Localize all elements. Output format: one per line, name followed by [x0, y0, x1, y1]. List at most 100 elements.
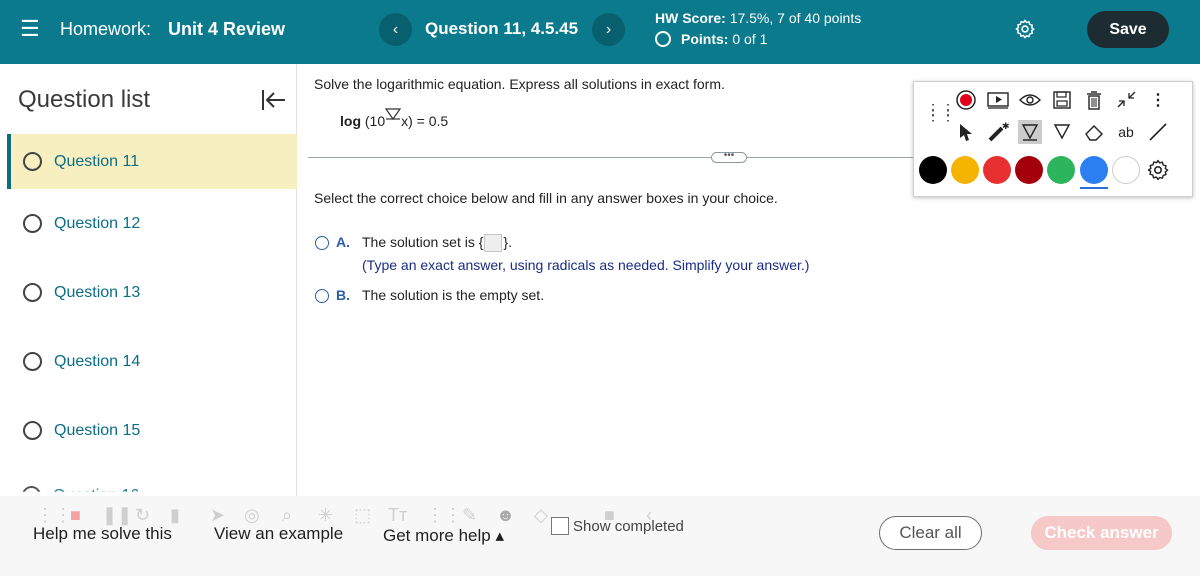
faded-spotlight-icon: ✳ [318, 505, 334, 525]
eraser-icon[interactable] [1082, 120, 1106, 144]
video-icon[interactable] [986, 88, 1010, 112]
faded-emoji-icon: ☻ [496, 505, 515, 525]
marker-icon[interactable] [1050, 120, 1074, 144]
choice-a-text-after: }. [503, 234, 512, 250]
color-red-swatch[interactable] [983, 156, 1011, 184]
show-completed-checkbox[interactable] [551, 517, 569, 535]
faded-trash-icon: ▮ [170, 505, 180, 525]
choice-a-letter: A. [336, 234, 350, 250]
points-status: Points: 0 of 1 [655, 31, 767, 47]
equation: log (10 x) = 0.5 [340, 108, 448, 129]
highlighter-icon[interactable] [1018, 120, 1042, 144]
answer-box[interactable] [484, 234, 503, 253]
show-completed-label: Show completed [573, 517, 684, 535]
choice-a-text-before: The solution set is { [362, 234, 484, 250]
points-ring-icon [655, 31, 671, 47]
hamburger-icon[interactable]: ☰ [20, 18, 40, 40]
svg-text:✱: ✱ [1002, 122, 1009, 132]
choice-b-text: The solution is the empty set. [362, 287, 545, 303]
points-label: Points: [681, 31, 729, 47]
section-divider [308, 157, 928, 158]
color-black-swatch[interactable] [919, 156, 947, 184]
faded-select-icon: ⬚ [354, 505, 372, 525]
question-label: Question 15 [54, 421, 141, 439]
faded-pointer-icon: ➤ [210, 505, 226, 525]
sidebar-item-question-13[interactable]: Question 13 [7, 265, 297, 320]
status-circle-icon [23, 283, 42, 302]
color-white-swatch[interactable] [1112, 156, 1140, 184]
question-title: Question 11, 4.5.45 [425, 19, 579, 38]
magic-pen-icon[interactable]: ✱ [986, 120, 1010, 144]
choice-b[interactable]: B. The solution is the empty set. [315, 287, 544, 303]
settings-gear-icon[interactable] [1014, 18, 1036, 40]
question-label: Question 14 [54, 352, 141, 370]
faded-grip-icon: ⋮⋮ [36, 505, 72, 525]
faded-search-icon: ⌕ [282, 505, 293, 525]
answer-cursor-icon [384, 108, 402, 121]
view-example-button[interactable]: View an example [214, 524, 343, 544]
choice-b-radio[interactable] [315, 289, 329, 303]
get-more-help-button[interactable]: Get more help ▴ [383, 526, 504, 546]
faded-zoom-icon: ◎ [244, 505, 260, 525]
equation-base: (10 [364, 113, 386, 129]
question-instruction: Solve the logarithmic equation. Express … [314, 76, 725, 92]
line-icon[interactable] [1146, 120, 1170, 144]
toolbar-settings-gear-icon[interactable] [1146, 158, 1170, 182]
drawing-toolbar: ⋮⋮ ⋮⋮ ⋮ ✱ ab [913, 81, 1193, 197]
previous-question-button[interactable]: ‹ [379, 13, 412, 46]
record-icon[interactable] [954, 88, 978, 112]
color-green-swatch[interactable] [1047, 156, 1075, 184]
expand-more-button[interactable]: ••• [711, 151, 747, 163]
faded-refresh-icon: ↻ [135, 505, 151, 525]
sidebar-item-question-15[interactable]: Question 15 [7, 403, 297, 458]
save-disk-icon[interactable] [1050, 88, 1074, 112]
save-button[interactable]: Save [1087, 11, 1169, 48]
drag-handle-icon[interactable]: ⋮⋮ ⋮⋮ [926, 102, 956, 122]
homework-name[interactable]: Unit 4 Review [168, 19, 285, 40]
homework-prefix: Homework: [60, 19, 152, 39]
choice-a-radio[interactable] [315, 236, 329, 250]
faded-pen-icon: ✎ [462, 505, 478, 525]
question-list-title: Question list [18, 86, 151, 113]
top-bar: ☰ Homework: Unit 4 Review ‹ Question 11,… [0, 0, 1200, 64]
next-question-button[interactable]: › [592, 13, 625, 46]
eye-icon[interactable] [1018, 88, 1042, 112]
color-dark-red-swatch[interactable] [1015, 156, 1043, 184]
hw-score-label: HW Score: [655, 10, 726, 26]
status-circle-icon [23, 152, 42, 171]
more-vertical-icon[interactable]: ⋮ [1146, 88, 1170, 112]
faded-pause-icon: ❚❚ [102, 505, 133, 525]
sidebar-item-question-12[interactable]: Question 12 [7, 196, 297, 251]
status-circle-icon [23, 352, 42, 371]
hw-score-value: 17.5%, 7 of 40 points [729, 10, 862, 26]
sidebar-item-question-14[interactable]: Question 14 [7, 334, 297, 389]
status-circle-icon [23, 421, 42, 440]
trash-icon[interactable] [1082, 88, 1106, 112]
choice-a-text: The solution set is {}. [362, 234, 512, 253]
faded-eraser-icon: ◇ [534, 505, 548, 525]
check-answer-button[interactable]: Check answer [1031, 516, 1172, 550]
choice-a[interactable]: A. The solution set is {}. [315, 234, 512, 253]
help-me-solve-button[interactable]: Help me solve this [33, 524, 172, 544]
question-label: Question 13 [54, 283, 141, 301]
clear-all-button[interactable]: Clear all [879, 516, 982, 550]
color-blue-swatch[interactable] [1080, 156, 1108, 184]
faded-text-icon: Tт [388, 505, 408, 525]
points-value: 0 of 1 [732, 31, 768, 47]
shrink-icon[interactable] [1114, 88, 1138, 112]
equation-log: log [340, 113, 361, 129]
hw-score: HW Score: 17.5%, 7 of 40 points [655, 10, 861, 26]
text-icon[interactable]: ab [1114, 120, 1138, 144]
faded-grid-icon: ⋮⋮ [426, 505, 462, 525]
color-yellow-swatch[interactable] [951, 156, 979, 184]
collapse-left-icon[interactable] [259, 86, 287, 114]
choice-a-hint: (Type an exact answer, using radicals as… [362, 257, 810, 273]
sidebar-item-question-11[interactable]: Question 11 [7, 134, 297, 189]
faded-record-icon: ■ [70, 505, 81, 525]
pointer-icon[interactable] [954, 120, 978, 144]
show-completed-toggle[interactable]: Show completed [551, 517, 684, 535]
question-label: Question 12 [54, 214, 141, 232]
question-label: Question 11 [54, 152, 140, 170]
select-instruction: Select the correct choice below and fill… [314, 190, 778, 206]
equation-tail: x) = 0.5 [401, 113, 449, 129]
